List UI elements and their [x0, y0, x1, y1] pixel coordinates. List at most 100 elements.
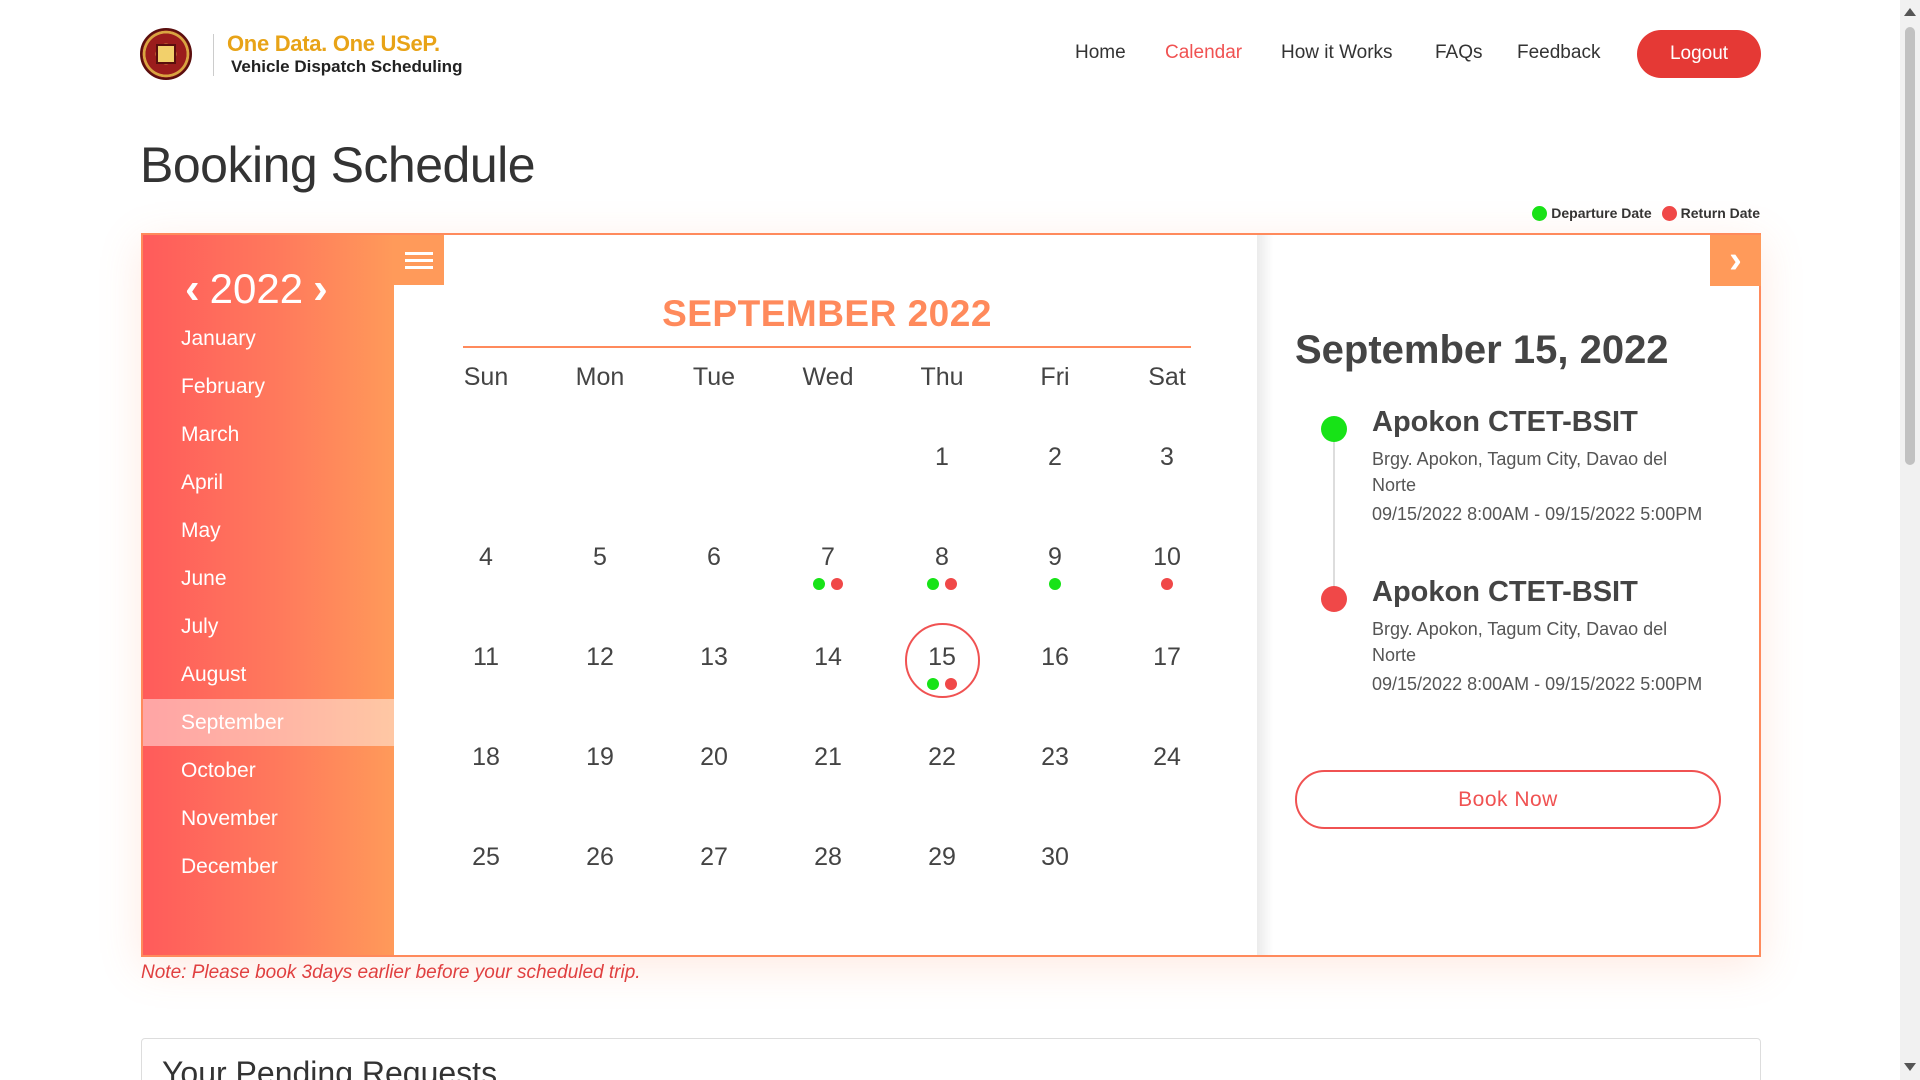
return-marker-dot-icon	[945, 578, 957, 590]
panel-next-button[interactable]: ›	[1710, 235, 1761, 286]
return-marker-dot-icon	[831, 578, 843, 590]
return-marker-dot-icon	[1161, 578, 1173, 590]
calendar-day[interactable]: 22	[902, 743, 982, 772]
scroll-thumb[interactable]	[1905, 27, 1915, 465]
booking-note: Note: Please book 3days earlier before y…	[141, 962, 641, 983]
year-label: 2022	[209, 265, 304, 312]
page-scrollbar[interactable]	[1900, 0, 1920, 1080]
legend-return-label: Return Date	[1680, 205, 1760, 221]
calendar-day[interactable]: 26	[560, 843, 640, 872]
calendar-day[interactable]: 9	[1015, 543, 1095, 572]
weekday-header: Sat	[1148, 363, 1186, 391]
site-header: One Data. One USeP. Vehicle Dispatch Sch…	[0, 0, 1900, 108]
calendar-day[interactable]: 8	[902, 543, 982, 572]
departure-marker-dot-icon	[927, 578, 939, 590]
calendar-day[interactable]: 13	[674, 643, 754, 672]
timeline-line	[1333, 435, 1335, 605]
book-now-button[interactable]: Book Now	[1295, 770, 1721, 829]
month-item-february[interactable]: February	[143, 363, 394, 410]
calendar-day[interactable]: 27	[674, 843, 754, 872]
calendar-day[interactable]: 15	[902, 643, 982, 672]
month-item-january[interactable]: January	[143, 315, 394, 362]
nav-calendar[interactable]: Calendar	[1165, 42, 1242, 64]
day-markers	[927, 678, 957, 690]
menu-toggle-button[interactable]	[394, 235, 444, 285]
weekday-header: Thu	[920, 363, 964, 391]
booking-calendar: ‹ 2022 › January February March April May Jun…	[141, 233, 1761, 957]
calendar-day[interactable]: 6	[674, 543, 754, 572]
calendar-day[interactable]: 20	[674, 743, 754, 772]
calendar-day[interactable]: 4	[446, 543, 526, 572]
logo-divider	[213, 34, 214, 76]
page-title: Booking Schedule	[140, 137, 536, 193]
weekday-header: Fri	[1040, 363, 1070, 391]
event-time: 09/15/2022 8:00AM - 09/15/2022 5:00PM	[1372, 674, 1703, 694]
month-title-underline	[463, 346, 1191, 348]
pending-requests-card: Your Pending Requests	[141, 1038, 1761, 1080]
calendar-day[interactable]: 30	[1015, 843, 1095, 872]
calendar-day[interactable]: 10	[1127, 543, 1207, 572]
calendar-day[interactable]: 23	[1015, 743, 1095, 772]
brand-subtitle: Vehicle Dispatch Scheduling	[231, 57, 463, 76]
month-item-may[interactable]: May	[143, 507, 394, 554]
nav-home[interactable]: Home	[1075, 42, 1126, 64]
day-markers	[927, 578, 957, 590]
event-address: Brgy. Apokon, Tagum City, Davao del Nort…	[1372, 449, 1668, 495]
month-item-july[interactable]: July	[143, 603, 394, 650]
calendar-day[interactable]: 18	[446, 743, 526, 772]
calendar-day[interactable]: 1	[902, 443, 982, 472]
selected-date: September 15, 2022	[1295, 328, 1669, 372]
event-title: Apokon CTET-BSIT	[1372, 406, 1638, 438]
departure-dot-icon	[1532, 205, 1548, 221]
event-title: Apokon CTET-BSIT	[1372, 576, 1638, 608]
logout-button[interactable]: Logout	[1637, 30, 1761, 78]
calendar-day[interactable]: 28	[788, 843, 868, 872]
month-item-december[interactable]: December	[143, 843, 394, 890]
pending-requests-title: Your Pending Requests	[162, 1055, 498, 1080]
day-markers	[813, 578, 843, 590]
calendar-day[interactable]: 11	[446, 643, 526, 672]
month-item-august[interactable]: August	[143, 651, 394, 698]
calendar-legend: Departure Date Return Date	[1526, 205, 1760, 221]
brand-tagline: One Data. One USeP.	[227, 31, 440, 57]
scroll-down-icon[interactable]	[1904, 1063, 1916, 1071]
calendar-day[interactable]: 25	[446, 843, 526, 872]
calendar-day[interactable]: 21	[788, 743, 868, 772]
return-marker-dot-icon	[945, 678, 957, 690]
calendar-day[interactable]: 19	[560, 743, 640, 772]
month-item-april[interactable]: April	[143, 459, 394, 506]
brand-tagline-one: One Data.	[227, 31, 327, 56]
month-item-march[interactable]: March	[143, 411, 394, 458]
month-item-november[interactable]: November	[143, 795, 394, 842]
usep-seal-logo[interactable]	[140, 28, 192, 80]
weekday-header: Tue	[692, 363, 736, 391]
panel-divider	[1257, 235, 1273, 955]
departure-timeline-dot-icon	[1321, 416, 1347, 442]
nav-feedback[interactable]: Feedback	[1517, 42, 1600, 64]
calendar-day[interactable]: 5	[560, 543, 640, 572]
month-item-september[interactable]: September	[143, 699, 394, 746]
calendar-day[interactable]: 14	[788, 643, 868, 672]
event-time: 09/15/2022 8:00AM - 09/15/2022 5:00PM	[1372, 504, 1703, 524]
nav-faqs[interactable]: FAQs	[1435, 42, 1483, 64]
calendar-day[interactable]: 29	[902, 843, 982, 872]
chevron-left-icon[interactable]: ‹	[185, 267, 200, 311]
departure-marker-dot-icon	[813, 578, 825, 590]
calendar-day[interactable]: 17	[1127, 643, 1207, 672]
nav-how-it-works[interactable]: How it Works	[1281, 42, 1393, 64]
chevron-right-icon[interactable]: ›	[313, 267, 328, 311]
calendar-day[interactable]: 12	[560, 643, 640, 672]
event-address: Brgy. Apokon, Tagum City, Davao del Nort…	[1372, 619, 1668, 665]
month-item-october[interactable]: October	[143, 747, 394, 794]
calendar-day[interactable]: 7	[788, 543, 868, 572]
weekday-header: Mon	[575, 363, 625, 391]
legend-departure-label: Departure Date	[1551, 205, 1652, 221]
month-item-june[interactable]: June	[143, 555, 394, 602]
departure-marker-dot-icon	[1049, 578, 1061, 590]
month-sidebar: ‹ 2022 › January February March April May Jun…	[143, 235, 394, 955]
calendar-day[interactable]: 3	[1127, 443, 1207, 472]
calendar-day[interactable]: 16	[1015, 643, 1095, 672]
scroll-up-icon[interactable]	[1904, 8, 1916, 16]
calendar-day[interactable]: 24	[1127, 743, 1207, 772]
calendar-day[interactable]: 2	[1015, 443, 1095, 472]
